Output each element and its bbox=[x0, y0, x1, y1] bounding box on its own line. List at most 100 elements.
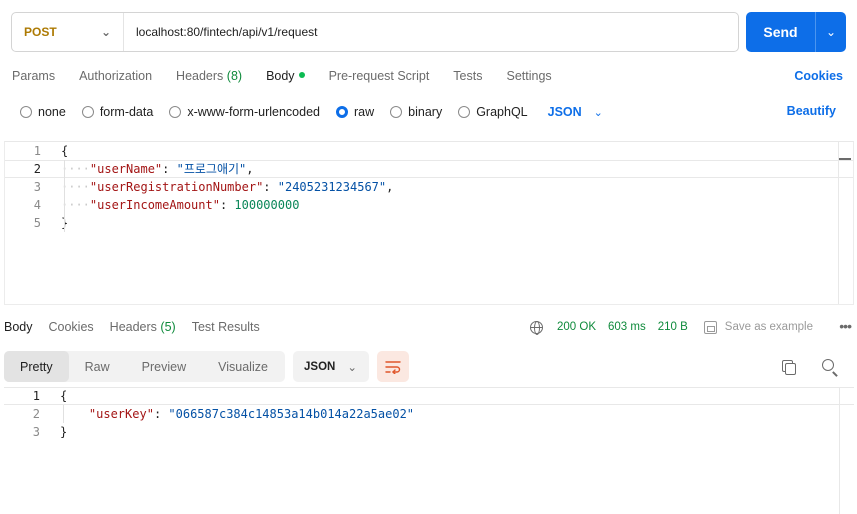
json-colon: : bbox=[263, 180, 278, 194]
status-code[interactable]: 200 OK bbox=[557, 321, 596, 333]
body-type-radios: none form-data x-www-form-urlencoded raw… bbox=[20, 104, 603, 120]
request-body-editor[interactable]: 1{ 2 ···· "userName": "프로그애기", 3 ···· "userR… bbox=[4, 141, 854, 305]
save-as-example-button[interactable]: Save as example bbox=[703, 320, 813, 334]
code-brace: { bbox=[61, 144, 69, 158]
radio-none[interactable]: none bbox=[20, 105, 66, 119]
tab-authorization[interactable]: Authorization bbox=[79, 69, 152, 83]
tab-response-headers[interactable]: Headers (5) bbox=[110, 320, 176, 334]
response-format-select[interactable]: JSON ⌄ bbox=[293, 351, 369, 382]
format-label: JSON bbox=[547, 105, 582, 119]
line-number: 2 bbox=[33, 162, 41, 176]
chevron-down-icon: ⌄ bbox=[593, 106, 603, 119]
radio-form-data[interactable]: form-data bbox=[81, 105, 153, 119]
editor-scrollbar[interactable] bbox=[838, 142, 839, 304]
tab-pre-request-script[interactable]: Pre-request Script bbox=[329, 69, 430, 83]
json-key: "userName" bbox=[89, 162, 163, 176]
radio-graphql[interactable]: GraphQL bbox=[458, 105, 528, 119]
tab-response-cookies[interactable]: Cookies bbox=[49, 320, 94, 334]
chevron-down-icon: ⌄ bbox=[347, 361, 357, 374]
code-line: 1{ bbox=[4, 387, 854, 405]
response-headers-count: (5) bbox=[160, 320, 176, 334]
search-icon[interactable] bbox=[822, 359, 834, 371]
tab-response-body[interactable]: Body bbox=[4, 320, 33, 334]
radio-label: raw bbox=[354, 105, 375, 119]
response-size[interactable]: 210 B bbox=[658, 321, 688, 333]
code-line: 5} bbox=[5, 214, 853, 232]
chevron-down-icon: ⌄ bbox=[825, 25, 837, 39]
radio-circle bbox=[390, 106, 403, 118]
body-indicator-dot bbox=[298, 72, 305, 78]
radio-binary[interactable]: binary bbox=[390, 105, 442, 119]
response-body-viewer[interactable]: 1{ 2 "userKey": "066587c384c14853a14b014… bbox=[4, 387, 854, 514]
more-options-icon[interactable]: ••• bbox=[839, 318, 852, 334]
radio-urlencoded[interactable]: x-www-form-urlencoded bbox=[169, 105, 320, 119]
view-pretty[interactable]: Pretty bbox=[4, 351, 69, 382]
indent-dots: ···· bbox=[61, 180, 90, 194]
response-view-switch: Pretty Raw Preview Visualize bbox=[4, 351, 285, 382]
copy-icon[interactable] bbox=[782, 360, 796, 375]
code-line: 2 ···· "userName": "프로그애기", bbox=[5, 160, 853, 178]
tab-settings[interactable]: Settings bbox=[506, 69, 551, 83]
indent-dots: ···· bbox=[61, 198, 90, 212]
tab-tests[interactable]: Tests bbox=[453, 69, 482, 83]
format-select[interactable]: JSON ⌄ bbox=[548, 105, 603, 119]
response-time[interactable]: 603 ms bbox=[608, 321, 646, 333]
json-key: "userRegistrationNumber" bbox=[89, 180, 264, 194]
method-label: POST bbox=[24, 25, 57, 39]
line-number: 4 bbox=[33, 198, 41, 212]
tab-body[interactable]: Body bbox=[266, 69, 305, 83]
json-colon: : bbox=[153, 407, 169, 421]
code-line: 3 ···· "userRegistrationNumber": "24052312… bbox=[5, 178, 853, 196]
json-colon: : bbox=[162, 162, 177, 176]
view-preview[interactable]: Preview bbox=[126, 351, 202, 382]
viewer-scrollbar[interactable] bbox=[839, 387, 840, 514]
view-raw[interactable]: Raw bbox=[69, 351, 126, 382]
radio-circle-selected bbox=[336, 106, 348, 118]
radio-circle bbox=[20, 106, 32, 118]
code-line: 2 "userKey": "066587c384c14853a14b014a22… bbox=[4, 405, 854, 423]
save-as-example-label: Save as example bbox=[724, 321, 813, 333]
radio-label: none bbox=[38, 105, 66, 119]
url-input[interactable] bbox=[124, 13, 738, 51]
headers-count: (8) bbox=[226, 69, 243, 83]
radio-label: x-www-form-urlencoded bbox=[187, 105, 320, 119]
radio-label: GraphQL bbox=[476, 105, 528, 119]
response-format-label: JSON bbox=[304, 360, 336, 373]
radio-raw[interactable]: raw bbox=[336, 105, 374, 119]
tab-test-results[interactable]: Test Results bbox=[192, 320, 260, 334]
method-select[interactable]: POST ⌄ bbox=[12, 13, 124, 51]
globe-icon[interactable] bbox=[530, 320, 543, 335]
beautify-button[interactable]: Beautify bbox=[787, 104, 836, 118]
json-key: "userKey" bbox=[88, 407, 154, 421]
line-number: 3 bbox=[33, 180, 41, 194]
json-string-value: "2405231234567" bbox=[277, 180, 387, 194]
radio-circle bbox=[458, 106, 471, 118]
tab-response-headers-label: Headers bbox=[109, 320, 157, 334]
line-number: 1 bbox=[32, 389, 40, 403]
response-meta: 200 OK 603 ms 210 B Save as example bbox=[530, 318, 813, 336]
json-string-value: "프로그애기" bbox=[176, 162, 247, 176]
line-number: 3 bbox=[32, 425, 40, 439]
code-line: 4 ···· "userIncomeAmount": 100000000 bbox=[5, 196, 853, 214]
view-visualize[interactable]: Visualize bbox=[202, 351, 284, 382]
json-string-value: "066587c384c14853a14b014a22a5ae02" bbox=[168, 407, 415, 421]
wrap-lines-button[interactable] bbox=[377, 351, 409, 382]
tab-params[interactable]: Params bbox=[12, 69, 55, 83]
chevron-down-icon: ⌄ bbox=[100, 25, 111, 39]
url-bar: POST ⌄ bbox=[11, 12, 739, 52]
scrollbar-marker bbox=[839, 158, 851, 160]
code-line: 1{ bbox=[5, 142, 853, 160]
send-button[interactable]: Send ⌄ bbox=[746, 12, 846, 52]
response-tabs: Body Cookies Headers (5) Test Results bbox=[4, 318, 276, 336]
line-number: 5 bbox=[33, 216, 41, 230]
send-dropdown[interactable]: ⌄ bbox=[816, 12, 846, 52]
send-label: Send bbox=[746, 12, 816, 52]
json-number-value: 100000000 bbox=[234, 198, 300, 212]
tab-headers[interactable]: Headers (8) bbox=[176, 69, 242, 83]
indent-guide bbox=[64, 160, 65, 232]
json-colon: : bbox=[219, 198, 235, 212]
code-line: 3} bbox=[4, 423, 854, 441]
request-tabs: Params Authorization Headers (8) Body Pr… bbox=[12, 66, 845, 86]
cookies-link[interactable]: Cookies bbox=[794, 69, 843, 83]
